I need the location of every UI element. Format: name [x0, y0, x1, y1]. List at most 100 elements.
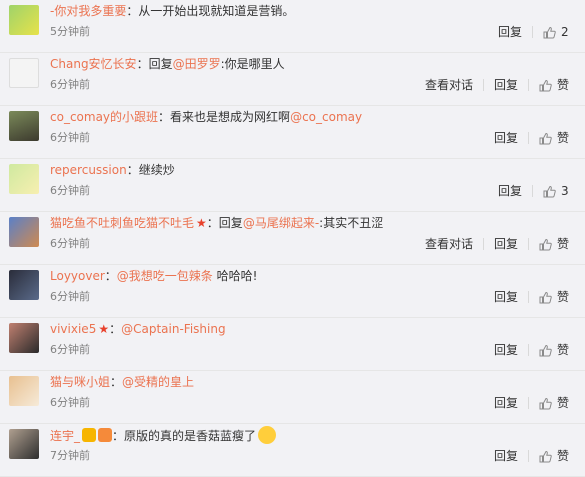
like-button[interactable]: 3 [543, 183, 569, 199]
avatar[interactable] [9, 323, 39, 353]
avatar[interactable] [9, 217, 39, 247]
mention-link[interactable]: @受精的皇上 [122, 375, 194, 389]
mention-link[interactable]: @Captain-Fishing [121, 322, 225, 336]
comment-content: 看来也是想成为网红啊 [170, 110, 291, 124]
comment-actions: 回复 3 [498, 183, 569, 199]
comment-item: co_comay的小跟班：看来也是想成为网红啊@co_comay 6分钟前 回复 赞 [0, 106, 585, 159]
action-divider [532, 26, 533, 38]
comment-content: 回复 [218, 216, 243, 230]
comment-username[interactable]: co_comay的小跟班 [50, 110, 158, 124]
comment-content: 原版的真的是香菇蓝瘦了 [124, 429, 257, 443]
comment-text: vivixie5 ★：@Captain-Fishing [50, 320, 577, 338]
avatar[interactable] [9, 429, 39, 459]
comment-separator: ： [158, 110, 171, 124]
comment-separator: ： [136, 57, 149, 71]
comment-text: Loyyover：@我想吃一包辣条 哈哈哈! [50, 267, 577, 285]
like-button[interactable]: 赞 [539, 77, 569, 93]
avatar[interactable] [9, 164, 39, 194]
reply-button[interactable]: 回复 [494, 342, 518, 358]
comment-text: co_comay的小跟班：看来也是想成为网红啊@co_comay [50, 108, 577, 126]
action-divider [527, 79, 529, 91]
avatar[interactable] [9, 5, 39, 35]
like-button[interactable]: 2 [543, 24, 569, 40]
comment-separator: ： [112, 429, 125, 443]
comment-content: 回复 [148, 57, 173, 71]
comment-item: -你对我多重要：从一开始出现就知道是营销。 5分钟前 回复 2 [0, 0, 585, 53]
comment-item: Chang安忆长安：回复@田罗罗:你是哪里人 6分钟前 查看对话 回复赞 [0, 53, 585, 106]
reply-button[interactable]: 回复 [498, 24, 522, 40]
comment-separator: ： [109, 322, 122, 336]
comment-actions: 回复 赞 [494, 130, 569, 146]
comment-username[interactable]: Chang安忆长安 [50, 57, 137, 71]
avatar[interactable] [9, 270, 39, 300]
laughing-emoji-icon [258, 426, 277, 444]
mention-link[interactable]: @我想吃一包辣条 [117, 269, 213, 283]
comment-username[interactable]: -你对我多重要 [50, 4, 126, 18]
action-divider [482, 238, 484, 250]
comment-item: vivixie5 ★：@Captain-Fishing 6分钟前 回复 赞 [0, 318, 585, 371]
action-divider [482, 79, 484, 91]
comment-separator: ： [126, 4, 139, 18]
comment-username[interactable]: repercussion [50, 163, 127, 177]
like-button[interactable]: 赞 [539, 236, 569, 252]
reply-button[interactable]: 回复 [498, 183, 522, 199]
comment-username[interactable]: 猫吃鱼不吐刺鱼吃猫不吐毛 [50, 216, 194, 230]
reply-button[interactable]: 回复 [494, 77, 518, 93]
comment-username[interactable]: 猫与咪小姐 [50, 375, 110, 389]
comment-username[interactable]: Loyyover [50, 269, 105, 283]
comment-text: 连宇_ ：原版的真的是香菇蓝瘦了 [50, 426, 577, 444]
comment-username[interactable]: vivixie5 [50, 322, 96, 336]
action-divider [532, 185, 533, 197]
like-button[interactable]: 赞 [539, 448, 569, 464]
action-divider [527, 238, 529, 250]
comment-separator: ： [126, 163, 139, 177]
reply-button[interactable]: 回复 [494, 395, 518, 411]
like-label: 赞 [556, 396, 569, 410]
verified-badge-icon [82, 428, 97, 442]
comment-text: Chang安忆长安：回复@田罗罗:你是哪里人 [50, 55, 577, 73]
comment-username[interactable]: 连宇_ [50, 429, 80, 443]
like-label: 赞 [556, 237, 569, 251]
like-thumb-icon [539, 238, 552, 250]
action-divider [527, 397, 529, 409]
like-thumb-icon [539, 450, 552, 462]
comment-actions: 回复 赞 [494, 289, 569, 305]
like-thumb-icon [539, 397, 552, 409]
like-button[interactable]: 赞 [539, 342, 569, 358]
mention-link[interactable]: @马尾绑起来- [243, 216, 319, 230]
like-thumb-icon [539, 291, 552, 303]
like-button[interactable]: 赞 [539, 130, 569, 146]
like-label: 赞 [556, 449, 569, 463]
reply-button[interactable]: 回复 [494, 130, 518, 146]
like-label: 赞 [556, 78, 569, 92]
view-conversation-link[interactable]: 查看对话 [425, 236, 473, 252]
mention-link[interactable]: @co_comay [290, 110, 362, 124]
comment-actions: 查看对话 回复 赞 [425, 236, 569, 252]
action-divider [527, 450, 529, 462]
view-conversation-link[interactable]: 查看对话 [425, 77, 473, 93]
mention-link[interactable]: @田罗罗 [173, 57, 221, 71]
comment-content: 从一开始出现就知道是营销。 [138, 4, 295, 18]
comment-actions: 回复 赞 [494, 448, 569, 464]
comment-separator: ： [110, 375, 123, 389]
comment-time: 6分钟前 [50, 78, 90, 91]
like-count: 3 [561, 184, 569, 198]
comment-content: :其实不丑涩 [319, 216, 384, 230]
like-button[interactable]: 赞 [539, 395, 569, 411]
comment-time: 6分钟前 [50, 343, 90, 356]
reply-button[interactable]: 回复 [494, 448, 518, 464]
like-button[interactable]: 赞 [539, 289, 569, 305]
reply-button[interactable]: 回复 [494, 236, 518, 252]
like-thumb-icon [539, 79, 552, 91]
member-badge-icon [98, 428, 113, 442]
like-thumb-icon [543, 26, 556, 38]
avatar[interactable] [9, 58, 39, 88]
comment-text: 猫吃鱼不吐刺鱼吃猫不吐毛 ★：回复@马尾绑起来-:其实不丑涩 [50, 214, 577, 232]
avatar[interactable] [9, 111, 39, 141]
comment-text: -你对我多重要：从一开始出现就知道是营销。 [50, 2, 577, 20]
reply-button[interactable]: 回复 [494, 289, 518, 305]
comment-item: repercussion：继续炒 6分钟前 回复 3 [0, 159, 585, 212]
avatar[interactable] [9, 376, 39, 406]
comment-text: 猫与咪小姐：@受精的皇上 [50, 373, 577, 391]
like-label: 赞 [556, 290, 569, 304]
